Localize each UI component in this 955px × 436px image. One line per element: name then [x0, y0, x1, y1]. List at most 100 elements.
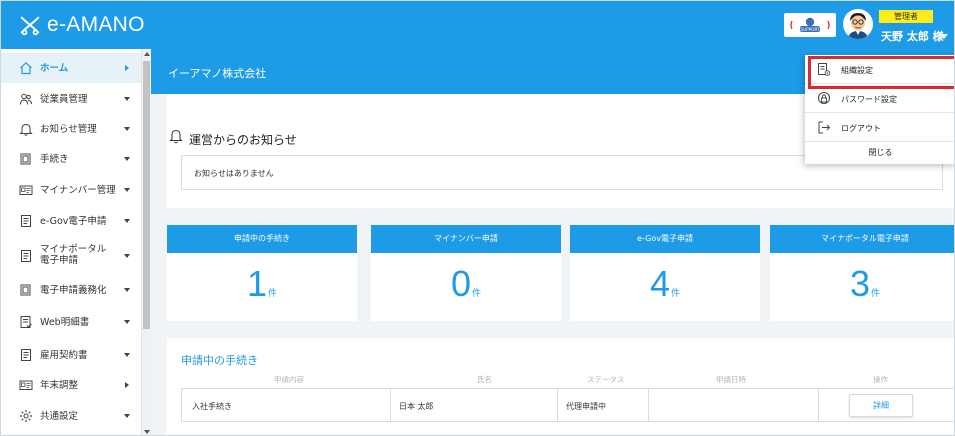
sidebar-item-label: Web明細書	[40, 317, 90, 328]
scroll-down-icon[interactable]	[144, 430, 150, 434]
support-badge[interactable]: SUPPORT	[784, 13, 836, 37]
support-text: SUPPORT	[800, 27, 820, 32]
logo-text: e-AMANO	[47, 13, 145, 36]
id-card-icon	[19, 185, 33, 195]
sidebar-item-notices[interactable]: お知らせ管理	[1, 114, 141, 144]
column-header-status: ステータス	[587, 375, 625, 384]
table-row: 入社手続き 日本 太郎 代理申請中 詳細	[181, 388, 954, 422]
cell-divider	[557, 389, 558, 421]
stat-value-wrap: 1件	[167, 263, 357, 305]
sidebar-item-my-number[interactable]: マイナンバー管理	[1, 175, 141, 205]
bell-icon	[19, 123, 33, 136]
highlight-frame	[808, 56, 954, 89]
sidebar-scrollbar[interactable]	[141, 49, 151, 435]
sidebar-item-label: e-Gov電子申請	[40, 216, 107, 227]
scroll-up-icon[interactable]	[144, 52, 150, 56]
stat-card-my-number[interactable]: マイナンバー申請 0件	[371, 225, 561, 321]
sidebar-item-label: 従業員管理	[40, 94, 88, 105]
chevron-down-icon	[124, 157, 130, 161]
sidebar-item-label-line2: 電子申請	[40, 255, 79, 266]
stat-value: 0	[450, 263, 471, 304]
detail-button[interactable]: 詳細	[849, 394, 913, 417]
row-content: 入社手続き	[192, 402, 232, 411]
notice-title: 運営からのお知らせ	[189, 133, 297, 147]
chevron-right-icon	[125, 382, 129, 388]
column-header-action: 操作	[873, 375, 888, 384]
stat-card-egov[interactable]: e-Gov電子申請 4件	[570, 225, 760, 321]
sidebar-item-employment-contract[interactable]: 雇用契約書	[1, 340, 141, 370]
chevron-down-icon	[124, 288, 130, 292]
sidebar-item-label: マイナンバー管理	[40, 185, 116, 196]
sidebar-item-label: お知らせ管理	[40, 124, 97, 135]
copy-icon	[20, 153, 31, 165]
lock-icon	[818, 92, 830, 104]
stat-label: e-Gov電子申請	[570, 225, 760, 253]
stat-value-wrap: 4件	[570, 263, 760, 305]
cell-divider	[390, 389, 391, 421]
chevron-right-icon	[125, 65, 129, 71]
stat-label: マイナンバー申請	[371, 225, 561, 253]
column-header-name: 氏名	[477, 375, 492, 384]
logo-mark-icon	[20, 16, 40, 36]
sidebar-item-label: 雇用契約書	[40, 350, 88, 361]
id-card-icon	[19, 380, 33, 390]
copy-icon	[20, 284, 31, 296]
stat-label: マイナポータル電子申請	[770, 225, 954, 253]
role-badge: 管理者	[879, 10, 933, 23]
logout-icon	[818, 121, 831, 134]
sidebar-item-label: 年末調整	[40, 380, 79, 391]
menu-item-label: ログアウト	[841, 124, 881, 133]
sidebar-item-year-end-adjustment[interactable]: 年末調整	[1, 370, 141, 400]
support-icon: SUPPORT	[790, 17, 830, 32]
people-icon	[20, 93, 32, 105]
top-header: e-AMANO SUPPORT 管理者 天野 太郎 様	[1, 1, 954, 49]
sidebar-item-procedures[interactable]: 手続き	[1, 144, 141, 174]
stat-unit: 件	[268, 289, 278, 299]
sidebar-item-label: 共通設定	[40, 411, 79, 422]
chevron-down-icon	[124, 254, 130, 258]
pending-procedures-title: 申請中の手続き	[181, 354, 258, 367]
row-status: 代理申請中	[566, 402, 606, 411]
chevron-down-icon	[124, 219, 130, 223]
avatar-icon	[843, 9, 873, 39]
app-window: e-AMANO SUPPORT 管理者 天野 太郎 様 ホーム 従業員管理 お知…	[0, 0, 955, 436]
company-name: イーアマノ株式会社	[168, 67, 267, 80]
home-icon	[20, 61, 32, 75]
row-name: 日本 太郎	[399, 402, 434, 411]
document-icon	[21, 250, 31, 262]
user-menu-caret-icon[interactable]	[940, 34, 948, 39]
chevron-down-icon	[124, 97, 130, 101]
scrollbar-thumb[interactable]	[143, 61, 150, 329]
sidebar-item-label: 手続き	[40, 154, 69, 165]
close-menu-button[interactable]: 閉じる	[805, 142, 954, 164]
menu-item-label: パスワード設定	[841, 95, 897, 104]
menu-item-logout[interactable]: ログアウト	[805, 113, 954, 142]
stat-card-myna-portal[interactable]: マイナポータル電子申請 3件	[770, 225, 954, 321]
stat-value: 1	[246, 263, 267, 304]
sidebar-item-employees[interactable]: 従業員管理	[1, 84, 141, 114]
app-logo[interactable]: e-AMANO	[19, 11, 145, 39]
cell-divider	[648, 389, 649, 421]
cell-divider	[818, 389, 819, 421]
stat-value: 4	[649, 263, 670, 304]
document-check-icon	[20, 316, 32, 328]
stat-unit: 件	[871, 289, 881, 299]
sidebar-item-common-settings[interactable]: 共通設定	[1, 401, 141, 431]
avatar[interactable]	[843, 9, 873, 39]
sidebar-item-home[interactable]: ホーム	[1, 53, 141, 83]
chevron-down-icon	[124, 414, 130, 418]
stat-unit: 件	[472, 289, 482, 299]
stat-value-wrap: 3件	[770, 263, 954, 305]
sidebar: ホーム 従業員管理 お知らせ管理 手続き マイナンバー管理 e-Gov電子申請 …	[1, 49, 141, 435]
stat-value: 3	[849, 263, 870, 304]
sidebar-item-web-payslip[interactable]: Web明細書	[1, 307, 141, 337]
chevron-down-icon	[124, 353, 130, 357]
stat-value-wrap: 0件	[371, 263, 561, 305]
stat-card-pending[interactable]: 申請中の手続き 1件	[167, 225, 357, 321]
sidebar-item-egov[interactable]: e-Gov電子申請	[1, 206, 141, 236]
document-icon	[21, 349, 31, 361]
sidebar-item-e-filing-mandatory[interactable]: 電子申請義務化	[1, 275, 141, 305]
document-icon	[21, 215, 31, 227]
sidebar-item-myna-portal[interactable]: マイナポータル 電子申請	[1, 239, 141, 273]
user-name-menu[interactable]: 天野 太郎 様	[881, 28, 944, 44]
